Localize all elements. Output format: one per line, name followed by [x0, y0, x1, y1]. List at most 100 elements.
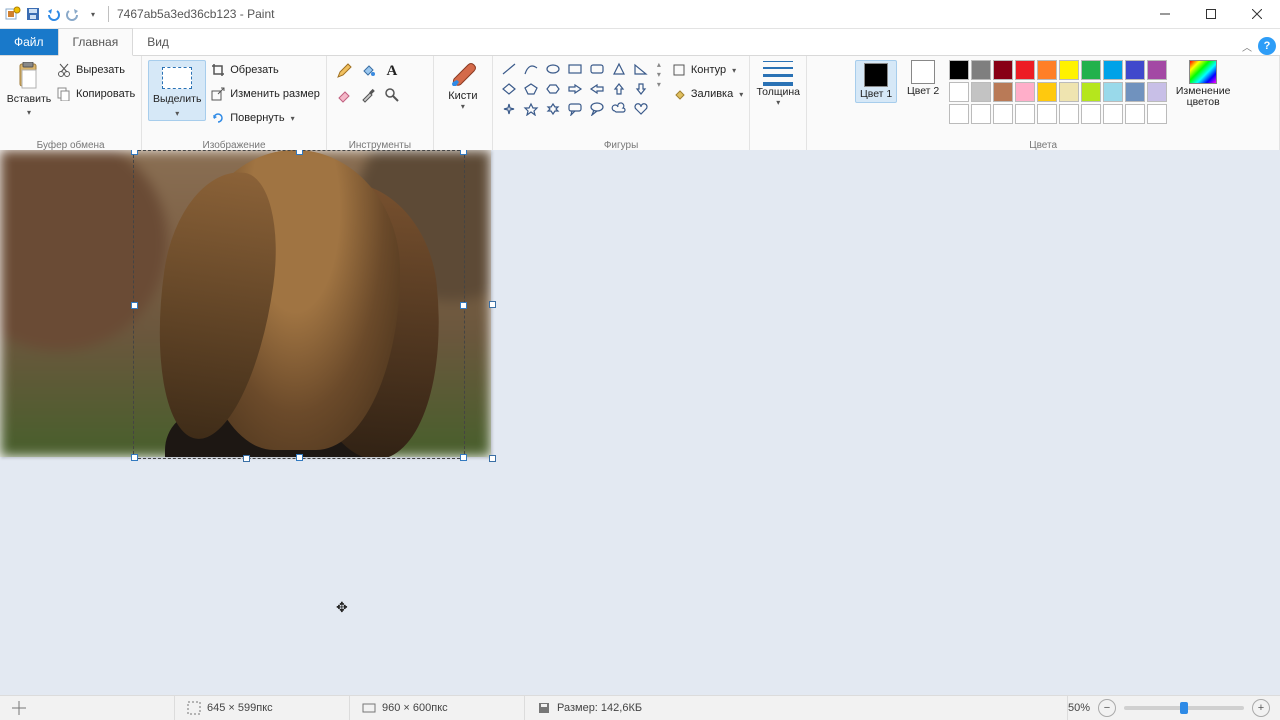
palette-swatch[interactable] — [1147, 82, 1167, 102]
shape-line-icon[interactable] — [499, 60, 519, 78]
palette-swatch[interactable] — [1103, 82, 1123, 102]
shape-roundrect-icon[interactable] — [587, 60, 607, 78]
canvas-workarea[interactable]: ✥ — [0, 150, 1280, 696]
text-icon[interactable]: A — [381, 60, 403, 82]
selection-handle-e[interactable] — [460, 302, 467, 309]
palette-swatch[interactable] — [1125, 60, 1145, 80]
rotate-button[interactable]: Повернуть▾ — [210, 108, 320, 128]
shape-callout-icon[interactable] — [565, 100, 585, 118]
palette-swatch[interactable] — [1059, 104, 1079, 124]
color1-button[interactable]: Цвет 1 — [855, 60, 897, 103]
selection-handle-n[interactable] — [296, 150, 303, 155]
zoom-in-button[interactable]: + — [1252, 699, 1270, 717]
palette-swatch[interactable] — [1059, 60, 1079, 80]
color2-button[interactable]: Цвет 2 — [905, 60, 941, 97]
resize-button[interactable]: Изменить размер — [210, 84, 320, 104]
selection-marquee[interactable] — [133, 150, 465, 459]
palette-swatch[interactable] — [971, 82, 991, 102]
zoom-slider[interactable] — [1124, 706, 1244, 710]
shapes-down-icon[interactable]: ▾ — [657, 70, 661, 79]
canvas[interactable] — [0, 150, 491, 457]
zoom-slider-knob[interactable] — [1180, 702, 1188, 714]
shape-heart-icon[interactable] — [631, 100, 651, 118]
maximize-button[interactable] — [1188, 0, 1234, 28]
shape-star4-icon[interactable] — [499, 100, 519, 118]
paste-button[interactable]: Вставить ▾ — [6, 60, 52, 118]
shape-arrowD-icon[interactable] — [631, 80, 651, 98]
shape-polygon-icon[interactable] — [609, 60, 629, 78]
selection-handle-sw[interactable] — [131, 454, 138, 461]
palette-swatch[interactable] — [1103, 60, 1123, 80]
zoom-out-button[interactable]: − — [1098, 699, 1116, 717]
palette-swatch[interactable] — [1015, 60, 1035, 80]
palette-swatch[interactable] — [993, 104, 1013, 124]
palette-swatch[interactable] — [1081, 60, 1101, 80]
help-icon[interactable]: ? — [1258, 37, 1276, 55]
outline-button[interactable]: Контур▾ — [671, 60, 743, 80]
palette-swatch[interactable] — [971, 104, 991, 124]
palette-swatch[interactable] — [1125, 82, 1145, 102]
palette-swatch[interactable] — [1081, 82, 1101, 102]
minimize-button[interactable] — [1142, 0, 1188, 28]
tab-home[interactable]: Главная — [58, 28, 134, 56]
redo-icon[interactable] — [64, 5, 82, 23]
eraser-icon[interactable] — [333, 84, 355, 106]
pencil-icon[interactable] — [333, 60, 355, 82]
palette-swatch[interactable] — [1125, 104, 1145, 124]
palette-swatch[interactable] — [1015, 104, 1035, 124]
cut-button[interactable]: Вырезать — [56, 60, 135, 80]
shape-star6-icon[interactable] — [543, 100, 563, 118]
palette-swatch[interactable] — [993, 82, 1013, 102]
copy-button[interactable]: Копировать — [56, 84, 135, 104]
shape-arrowU-icon[interactable] — [609, 80, 629, 98]
close-button[interactable] — [1234, 0, 1280, 28]
select-button[interactable]: Выделить ▾ — [148, 60, 206, 121]
shape-arrowR-icon[interactable] — [565, 80, 585, 98]
fill-button[interactable]: Заливка▾ — [671, 84, 743, 104]
palette-swatch[interactable] — [993, 60, 1013, 80]
shapes-up-icon[interactable]: ▴ — [657, 60, 661, 69]
bucket-icon[interactable] — [357, 60, 379, 82]
tab-file[interactable]: Файл — [0, 29, 58, 55]
edit-colors-button[interactable]: Изменение цветов — [1175, 60, 1231, 108]
shape-cloud-icon[interactable] — [609, 100, 629, 118]
color-palette[interactable] — [949, 60, 1167, 124]
selection-handle-se[interactable] — [460, 454, 467, 461]
shape-rect-icon[interactable] — [565, 60, 585, 78]
shape-pentagon-icon[interactable] — [521, 80, 541, 98]
shape-star5-icon[interactable] — [521, 100, 541, 118]
qat-dropdown-icon[interactable]: ▾ — [84, 5, 102, 23]
palette-swatch[interactable] — [1059, 82, 1079, 102]
selection-handle-nw[interactable] — [131, 150, 138, 155]
palette-swatch[interactable] — [1037, 82, 1057, 102]
palette-swatch[interactable] — [1037, 104, 1057, 124]
palette-swatch[interactable] — [1015, 82, 1035, 102]
palette-swatch[interactable] — [949, 82, 969, 102]
shape-arrowL-icon[interactable] — [587, 80, 607, 98]
selection-handle-ne[interactable] — [460, 150, 467, 155]
selection-handle-s[interactable] — [296, 454, 303, 461]
canvas-handle-se[interactable] — [489, 455, 496, 462]
palette-swatch[interactable] — [949, 104, 969, 124]
save-icon[interactable] — [24, 5, 42, 23]
crop-button[interactable]: Обрезать — [210, 60, 320, 80]
palette-swatch[interactable] — [1081, 104, 1101, 124]
canvas-handle-s[interactable] — [243, 455, 250, 462]
canvas-handle-e[interactable] — [489, 301, 496, 308]
palette-swatch[interactable] — [971, 60, 991, 80]
palette-swatch[interactable] — [1147, 104, 1167, 124]
palette-swatch[interactable] — [949, 60, 969, 80]
ribbon-collapse-icon[interactable]: ︿ — [1242, 39, 1252, 54]
shape-oval-icon[interactable] — [543, 60, 563, 78]
shapes-more-icon[interactable]: ▾ — [657, 80, 661, 89]
shapes-gallery[interactable] — [499, 60, 651, 118]
brushes-button[interactable]: Кисти ▾ — [440, 60, 486, 111]
undo-icon[interactable] — [44, 5, 62, 23]
shape-curve-icon[interactable] — [521, 60, 541, 78]
palette-swatch[interactable] — [1103, 104, 1123, 124]
magnifier-icon[interactable] — [381, 84, 403, 106]
shape-hexagon-icon[interactable] — [543, 80, 563, 98]
shape-callout2-icon[interactable] — [587, 100, 607, 118]
selection-handle-w[interactable] — [131, 302, 138, 309]
thickness-button[interactable]: Толщина ▾ — [756, 60, 800, 107]
